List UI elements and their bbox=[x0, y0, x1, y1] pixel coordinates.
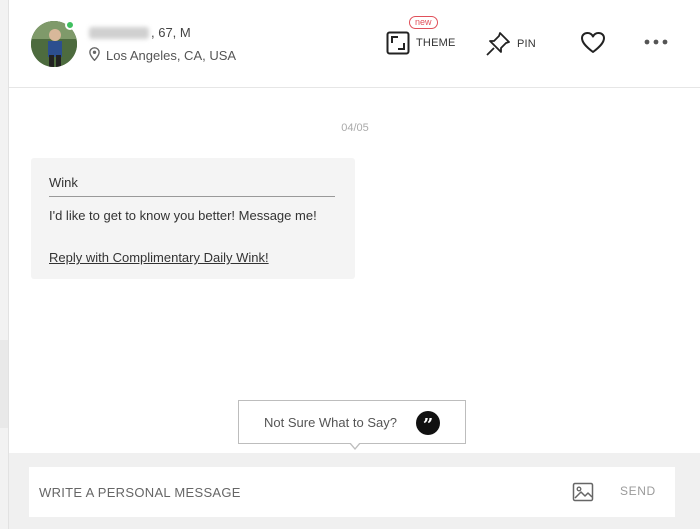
wink-message-bubble: Wink I'd like to get to know you better!… bbox=[31, 158, 355, 279]
left-edge-strip bbox=[0, 340, 8, 428]
profile-location: Los Angeles, CA, USA bbox=[106, 48, 237, 63]
message-composer: SEND bbox=[29, 467, 675, 517]
reply-with-wink-link[interactable]: Reply with Complimentary Daily Wink! bbox=[49, 250, 269, 265]
profile-age-gender: , 67, M bbox=[151, 25, 191, 40]
more-icon bbox=[643, 38, 669, 46]
theme-label: THEME bbox=[416, 37, 456, 49]
wink-message-text: I'd like to get to know you better! Mess… bbox=[49, 208, 317, 223]
theme-icon bbox=[386, 31, 410, 55]
heart-icon bbox=[580, 31, 606, 55]
location-pin-icon bbox=[89, 47, 100, 64]
blurred-name bbox=[89, 26, 149, 39]
suggestion-label: Not Sure What to Say? bbox=[264, 415, 397, 430]
message-input[interactable] bbox=[39, 479, 559, 505]
profile-location-row: Los Angeles, CA, USA bbox=[89, 47, 236, 64]
pin-button[interactable]: PIN bbox=[485, 31, 536, 57]
message-suggestion-button[interactable]: Not Sure What to Say? ” bbox=[238, 400, 466, 444]
send-button[interactable]: SEND bbox=[620, 484, 656, 498]
wink-title: Wink bbox=[49, 175, 78, 190]
more-options-button[interactable] bbox=[643, 38, 669, 46]
favorite-button[interactable] bbox=[580, 31, 606, 55]
new-badge: new bbox=[409, 16, 438, 29]
quote-icon: ” bbox=[416, 411, 440, 436]
bubble-divider bbox=[49, 196, 335, 197]
profile-name-row: , 67, M bbox=[89, 25, 191, 40]
message-date: 04/05 bbox=[341, 122, 369, 134]
chat-header: , 67, M Los Angeles, CA, USA new THEME P… bbox=[9, 0, 700, 88]
chat-window: , 67, M Los Angeles, CA, USA new THEME P… bbox=[8, 0, 700, 529]
pin-label: PIN bbox=[517, 38, 536, 50]
pin-icon bbox=[485, 31, 511, 57]
online-status-dot bbox=[65, 20, 75, 30]
image-icon[interactable] bbox=[572, 481, 594, 503]
suggestion-tail-fill bbox=[350, 442, 360, 448]
theme-button[interactable]: THEME bbox=[386, 31, 456, 55]
